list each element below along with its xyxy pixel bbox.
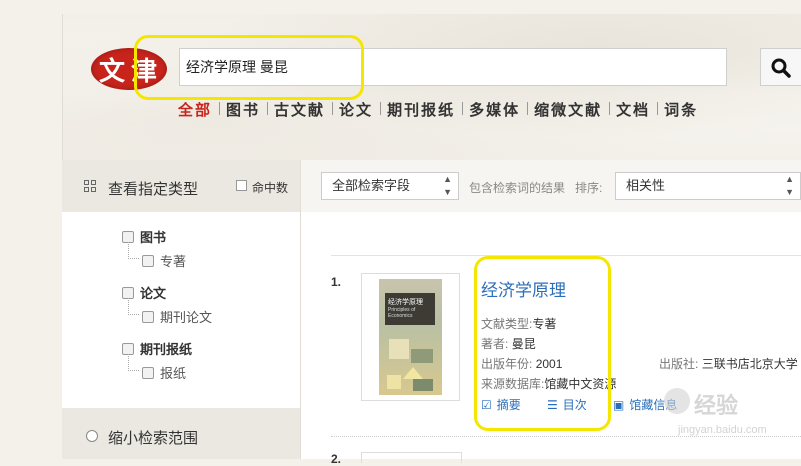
search-icon [771,58,791,78]
tab-books[interactable]: 图书 [219,99,267,120]
within-results-label[interactable]: 包含检索词的结果 [469,179,565,196]
tab-all[interactable]: 全部 [171,99,219,120]
sidebar: 查看指定类型 命中数 图书 专著 论文 期刊论文 期刊报纸 报纸 缩小检索范围 [62,160,301,459]
tab-multimedia[interactable]: 多媒体 [462,99,527,120]
search-button[interactable] [760,48,801,86]
sort-label: 排序: [575,181,603,195]
select-arrows-icon: ▲ ▼ [785,174,794,197]
search-field-select[interactable]: 全部检索字段 ▲ ▼ [321,172,459,200]
book-cover[interactable] [361,452,462,463]
type-label: 图书 [140,230,167,245]
cover-image: 经济学原理 Principles of Economics [379,279,442,395]
select-value: 相关性 [626,178,666,193]
narrow-scope-section[interactable]: 缩小检索范围 [62,408,300,459]
tree-connector [128,298,139,315]
tab-periodicals[interactable]: 期刊报纸 [380,99,462,120]
result-publisher: 出版社: 三联书店北京大学 [659,355,798,372]
tab-entries[interactable]: 词条 [657,99,705,120]
hit-count-checkbox[interactable] [236,180,247,191]
cover-title: 经济学原理 [388,299,423,306]
meta-label: 出版社: [659,357,699,371]
tab-ancient-documents[interactable]: 古文献 [267,99,332,120]
watermark-text: 经验 [694,394,739,419]
type-label: 论文 [140,286,167,301]
tree-connector [128,242,139,259]
checkbox[interactable] [142,311,154,323]
results-toolbar: 全部检索字段 ▲ ▼ 包含检索词的结果 排序: 相关性 ▲ ▼ [301,160,801,212]
type-label: 报纸 [160,366,187,381]
category-tabs: 全部 图书 古文献 论文 期刊报纸 多媒体 缩微文献 文档 词条 [171,99,705,120]
info-icon: ▣ [613,398,625,412]
result-divider [331,436,801,437]
select-value: 全部检索字段 [332,178,411,193]
type-filter-monograph[interactable]: 专著 [142,251,186,270]
type-filter-journal-papers[interactable]: 期刊论文 [142,307,212,326]
book-cover[interactable]: 经济学原理 Principles of Economics [361,273,460,401]
type-filter-newspapers[interactable]: 报纸 [142,363,186,382]
baidu-paw-icon [664,388,690,414]
tab-papers[interactable]: 论文 [332,99,380,120]
result-highlight-annotation [474,256,611,431]
result-index: 1. [331,275,342,289]
select-arrows-icon: ▲ ▼ [443,174,452,197]
type-label: 期刊论文 [160,310,213,325]
sidebar-header: 查看指定类型 命中数 [62,160,300,212]
search-highlight-annotation [134,35,364,100]
checkbox[interactable] [142,367,154,379]
type-label: 专著 [160,254,187,269]
result-index: 2. [331,452,342,466]
sidebar-title: 查看指定类型 [108,181,199,198]
hit-count-label: 命中数 [252,181,289,195]
meta-value: 三联书店北京大学 [701,357,798,371]
grid-icon [84,180,96,192]
tree-connector [128,354,139,371]
sort-select[interactable]: 相关性 ▲ ▼ [615,172,801,200]
logo-char: 文 [99,57,126,87]
type-label: 期刊报纸 [140,342,193,357]
watermark-url: jingyan.baidu.com [678,424,767,436]
tab-microfilm[interactable]: 缩微文献 [527,99,609,120]
cover-subtitle: Principles of Economics [388,307,416,319]
checkbox[interactable] [142,255,154,267]
radio-icon [86,430,98,442]
tab-documents[interactable]: 文档 [609,99,657,120]
narrow-scope-label: 缩小检索范围 [108,430,199,447]
